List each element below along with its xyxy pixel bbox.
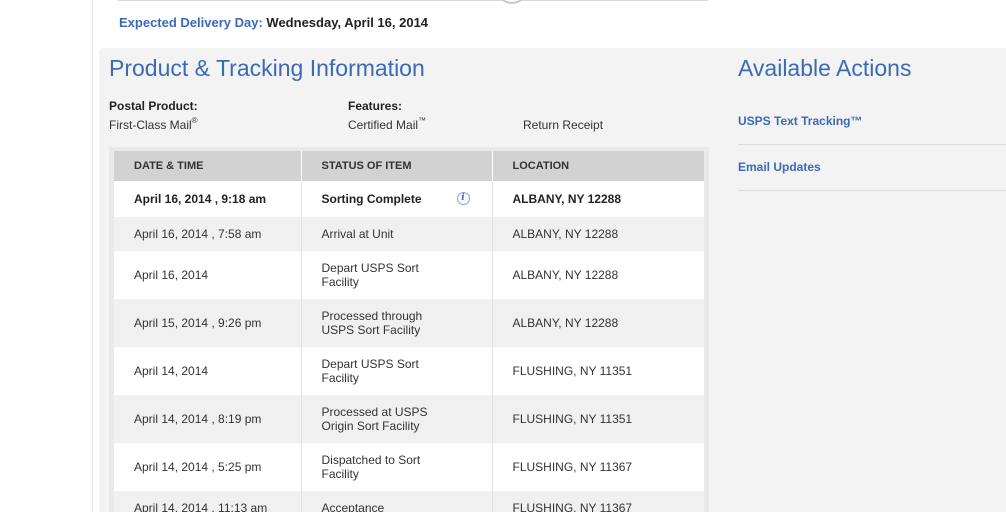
- product-tracking-title: Product & Tracking Information: [109, 55, 425, 81]
- progress-track-edge: [118, 0, 708, 1]
- row-status: Processed at USPS Origin Sort Facility: [301, 395, 493, 443]
- expected-delivery-label: Expected Delivery Day:: [119, 15, 263, 30]
- usps-text-tracking-link[interactable]: USPS Text Tracking™: [738, 99, 1006, 145]
- table-header-row: DATE & TIME STATUS OF ITEM LOCATION: [114, 151, 704, 181]
- row-date: April 15, 2014 , 9:26 pm: [114, 299, 302, 347]
- row-date: April 14, 2014 , 11:13 am: [114, 491, 302, 512]
- row-status-text: Sorting Complete: [321, 192, 422, 206]
- row-status: Arrival at Unit: [301, 217, 493, 251]
- column-header-status: STATUS OF ITEM: [301, 151, 493, 181]
- column-header-date: DATE & TIME: [114, 151, 302, 181]
- row-date: April 16, 2014: [114, 251, 302, 299]
- tracking-page: Expected Delivery Day: Wednesday, April …: [0, 0, 1006, 512]
- row-status: Dispatched to Sort Facility: [301, 443, 493, 491]
- postal-product-value: First-Class Mail®: [109, 116, 198, 132]
- tracking-history-table: DATE & TIME STATUS OF ITEM LOCATION Apri…: [114, 151, 704, 512]
- table-row: April 14, 2014 , 8:19 pm Processed at US…: [114, 395, 704, 443]
- row-date: April 14, 2014: [114, 347, 302, 395]
- table-row: April 14, 2014 , 11:13 am Acceptance FLU…: [114, 491, 704, 512]
- row-location: FLUSHING, NY 11367: [492, 443, 704, 491]
- row-status: Sorting Complete i: [301, 181, 493, 217]
- table-row: April 16, 2014 Depart USPS Sort Facility …: [114, 251, 704, 299]
- email-updates-link[interactable]: Email Updates: [738, 145, 1006, 191]
- row-location: ALBANY, NY 12288: [492, 181, 704, 217]
- available-actions-title: Available Actions: [738, 55, 912, 81]
- row-status: Acceptance: [301, 491, 493, 512]
- row-location: ALBANY, NY 12288: [492, 299, 704, 347]
- row-location: FLUSHING, NY 11351: [492, 395, 704, 443]
- info-icon[interactable]: i: [456, 192, 470, 205]
- row-date: April 16, 2014 , 7:58 am: [114, 217, 302, 251]
- tracking-table-container: DATE & TIME STATUS OF ITEM LOCATION Apri…: [109, 147, 709, 512]
- row-location: ALBANY, NY 12288: [492, 251, 704, 299]
- row-location: ALBANY, NY 12288: [492, 217, 704, 251]
- table-row: April 15, 2014 , 9:26 pm Processed throu…: [114, 299, 704, 347]
- tracking-panel: Product & Tracking Information Postal Pr…: [99, 48, 1006, 512]
- feature-return-receipt: Return Receipt: [523, 118, 604, 132]
- table-row: April 14, 2014 Depart USPS Sort Facility …: [114, 347, 704, 395]
- expected-delivery: Expected Delivery Day: Wednesday, April …: [119, 15, 428, 30]
- feature-certified-mail: Certified Mail™: [348, 116, 427, 132]
- row-location: FLUSHING, NY 11351: [492, 347, 704, 395]
- table-row: April 16, 2014 , 9:18 am Sorting Complet…: [114, 181, 704, 217]
- column-header-location: LOCATION: [492, 151, 704, 181]
- row-date: April 14, 2014 , 5:25 pm: [114, 443, 302, 491]
- left-divider: [92, 0, 93, 512]
- row-status: Processed through USPS Sort Facility: [301, 299, 493, 347]
- expected-delivery-value: Wednesday, April 16, 2014: [266, 15, 429, 30]
- table-row: April 16, 2014 , 7:58 am Arrival at Unit…: [114, 217, 704, 251]
- row-status: Depart USPS Sort Facility: [301, 251, 493, 299]
- actions-list: USPS Text Tracking™ Email Updates: [738, 99, 1006, 191]
- table-row: April 14, 2014 , 5:25 pm Dispatched to S…: [114, 443, 704, 491]
- features-label: Features:: [348, 99, 403, 113]
- row-location: FLUSHING, NY 11367: [492, 491, 704, 512]
- row-status: Depart USPS Sort Facility: [301, 347, 493, 395]
- row-date: April 16, 2014 , 9:18 am: [114, 181, 302, 217]
- row-date: April 14, 2014 , 8:19 pm: [114, 395, 302, 443]
- postal-product-label: Postal Product:: [109, 99, 198, 113]
